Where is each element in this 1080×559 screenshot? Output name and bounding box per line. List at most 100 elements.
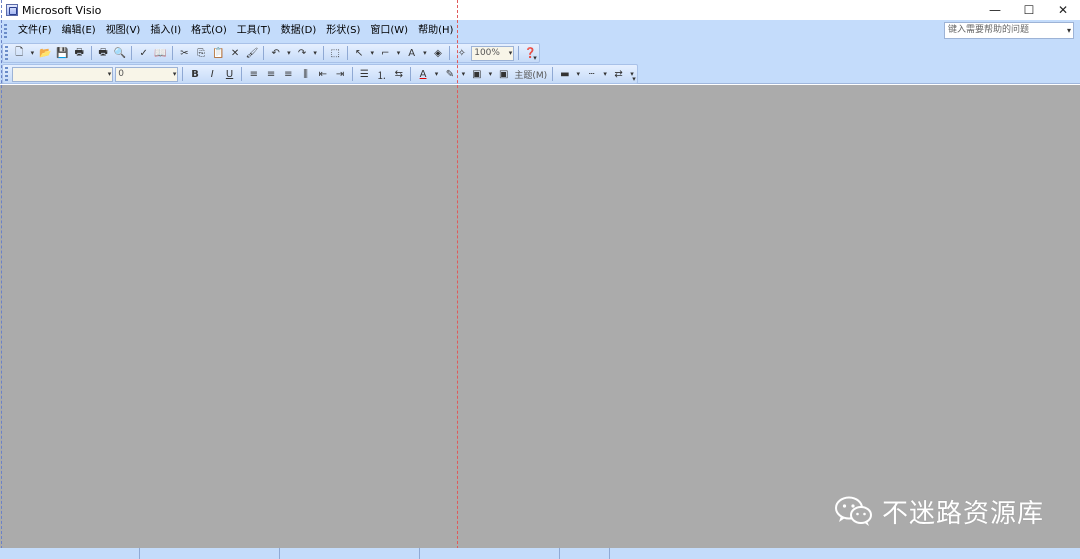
theme-icon[interactable]: ▣ xyxy=(496,66,511,82)
stencil-icon[interactable]: ◈ xyxy=(431,45,446,61)
line-weight-icon[interactable]: ▬ xyxy=(557,66,572,82)
status-segment xyxy=(420,548,560,559)
copy-icon[interactable]: ⎘ xyxy=(194,45,209,61)
toolbar-separator xyxy=(131,46,133,60)
shapes-icon[interactable]: ⬚ xyxy=(328,45,343,61)
font-size-select[interactable]: 0 ▾ xyxy=(115,66,179,82)
bold-icon[interactable]: B xyxy=(187,66,202,82)
status-segment xyxy=(0,548,140,559)
help-search-dropdown-icon[interactable]: ▾ xyxy=(1067,23,1071,38)
text-tool-icon[interactable]: A xyxy=(404,45,419,61)
font-name-dropdown-icon[interactable]: ▾ xyxy=(108,68,112,81)
line-pattern-dropdown-icon[interactable]: ▾ xyxy=(601,66,609,82)
menu-edit[interactable]: 编辑(E) xyxy=(57,20,101,42)
print-preview-icon[interactable]: 🔍 xyxy=(113,45,128,61)
line-ends-icon[interactable]: ⇄ xyxy=(611,66,626,82)
numbered-list-icon[interactable]: ⒈ xyxy=(374,66,389,82)
format-painter-icon[interactable]: 🖌 xyxy=(244,45,259,61)
toolbar-separator xyxy=(241,67,243,81)
maximize-button[interactable]: ☐ xyxy=(1012,0,1046,20)
menu-tools[interactable]: 工具(T) xyxy=(232,20,276,42)
undo-dropdown-icon[interactable]: ▾ xyxy=(285,45,292,61)
menubar-grip-icon[interactable] xyxy=(4,24,7,38)
align-center-icon[interactable]: ≡ xyxy=(263,66,278,82)
fill-color-icon[interactable]: ▣ xyxy=(469,66,484,82)
menu-window[interactable]: 窗口(W) xyxy=(365,20,413,42)
standard-toolbar-overflow-icon[interactable]: ▾ xyxy=(531,48,539,62)
help-search-placeholder: 键入需要帮助的问题 xyxy=(948,25,1030,35)
text-dropdown-icon[interactable]: ▾ xyxy=(421,45,428,61)
pointer-tool-icon[interactable]: ↖ xyxy=(352,45,367,61)
font-size-value: 0 xyxy=(118,68,124,79)
toolbar-separator xyxy=(263,46,265,60)
spacing-icon[interactable]: ⇆ xyxy=(391,66,406,82)
status-segment xyxy=(560,548,610,559)
fill-color-dropdown-icon[interactable]: ▾ xyxy=(487,66,495,82)
workspace-area[interactable] xyxy=(0,85,1080,548)
close-button[interactable]: ✕ xyxy=(1046,0,1080,20)
italic-icon[interactable]: I xyxy=(205,66,220,82)
open-icon[interactable]: 📂 xyxy=(38,45,53,61)
menu-format[interactable]: 格式(O) xyxy=(186,20,232,42)
font-name-select[interactable]: ▾ xyxy=(11,66,114,82)
new-dropdown-icon[interactable]: ▾ xyxy=(29,45,36,61)
redo-icon[interactable]: ↷ xyxy=(295,45,310,61)
toolbar-separator xyxy=(449,46,451,60)
theme-button[interactable]: 主题(M) xyxy=(512,68,549,81)
redo-dropdown-icon[interactable]: ▾ xyxy=(311,45,318,61)
toolbar-separator xyxy=(518,46,520,60)
menu-shapes[interactable]: 形状(S) xyxy=(321,20,365,42)
underline-icon[interactable]: U xyxy=(222,66,237,82)
line-pattern-icon[interactable]: ┄ xyxy=(584,66,599,82)
connector-dropdown-icon[interactable]: ▾ xyxy=(395,45,402,61)
toolbar-grip-icon[interactable] xyxy=(5,67,8,81)
toolbar-separator xyxy=(322,46,324,60)
spelling-icon[interactable]: ✓ xyxy=(136,45,151,61)
new-icon[interactable]: 🗋 xyxy=(12,45,27,61)
line-weight-dropdown-icon[interactable]: ▾ xyxy=(574,66,582,82)
visio-app-icon xyxy=(6,4,18,16)
menu-insert[interactable]: 插入(I) xyxy=(145,20,186,42)
watermark-text: 不迷路资源库 xyxy=(882,498,1045,529)
menu-file[interactable]: 文件(F) xyxy=(13,20,57,42)
line-color-icon[interactable]: ✎ xyxy=(442,66,457,82)
align-right-icon[interactable]: ≡ xyxy=(281,66,296,82)
formatting-toolbar-overflow-icon[interactable]: ▾ xyxy=(630,69,638,83)
connector-tool-icon[interactable]: ⌐ xyxy=(378,45,393,61)
align-left-icon[interactable]: ≡ xyxy=(246,66,261,82)
toolbar-grip-icon[interactable] xyxy=(5,46,8,60)
increase-indent-icon[interactable]: ⇥ xyxy=(332,66,347,82)
line-color-dropdown-icon[interactable]: ▾ xyxy=(460,66,468,82)
menu-help[interactable]: 帮助(H) xyxy=(413,20,458,42)
save-icon[interactable]: 💾 xyxy=(55,45,70,61)
menu-view[interactable]: 视图(V) xyxy=(101,20,146,42)
font-size-dropdown-icon[interactable]: ▾ xyxy=(173,68,177,81)
window-controls: — ☐ ✕ xyxy=(978,0,1080,20)
paste-icon[interactable]: 📋 xyxy=(211,45,226,61)
decrease-indent-icon[interactable]: ⇤ xyxy=(315,66,330,82)
help-search-input[interactable]: 键入需要帮助的问题 ▾ xyxy=(944,22,1074,39)
wechat-icon xyxy=(835,496,872,526)
cut-icon[interactable]: ✂ xyxy=(177,45,192,61)
zoom-dropdown-icon[interactable]: ▾ xyxy=(509,47,513,60)
justify-icon[interactable]: ⫼ xyxy=(298,66,313,82)
delete-icon[interactable]: ✕ xyxy=(228,45,243,61)
left-guide-line xyxy=(1,0,2,559)
minimize-button[interactable]: — xyxy=(978,0,1012,20)
print-icon[interactable]: 🖶 xyxy=(96,45,111,61)
research-icon[interactable]: 📖 xyxy=(153,45,168,61)
status-segment xyxy=(140,548,280,559)
font-color-dropdown-icon[interactable]: ▾ xyxy=(433,66,441,82)
font-color-icon[interactable]: A xyxy=(415,66,430,82)
standard-toolbar: 🗋 ▾ 📂 💾 🖶 🖶 🔍 ✓ 📖 ✂ ⎘ 📋 ✕ 🖌 ↶ ▾ ↷ ▾ ⬚ ↖ … xyxy=(2,43,540,63)
undo-icon[interactable]: ↶ xyxy=(268,45,283,61)
zoom-select[interactable]: 100% ▾ xyxy=(471,45,515,61)
bullets-icon[interactable]: ☰ xyxy=(357,66,372,82)
pointer-dropdown-icon[interactable]: ▾ xyxy=(369,45,376,61)
window-title: Microsoft Visio xyxy=(22,3,102,17)
menu-data[interactable]: 数据(D) xyxy=(276,20,322,42)
permission-icon[interactable]: 🖶 xyxy=(72,45,87,61)
toolbar-separator xyxy=(552,67,554,81)
formatting-toolbar: ▾ 0 ▾ B I U ≡ ≡ ≡ ⫼ ⇤ ⇥ ☰ ⒈ ⇆ A ▾ ✎ ▾ ▣ … xyxy=(2,64,638,84)
toolbar-separator xyxy=(346,46,348,60)
